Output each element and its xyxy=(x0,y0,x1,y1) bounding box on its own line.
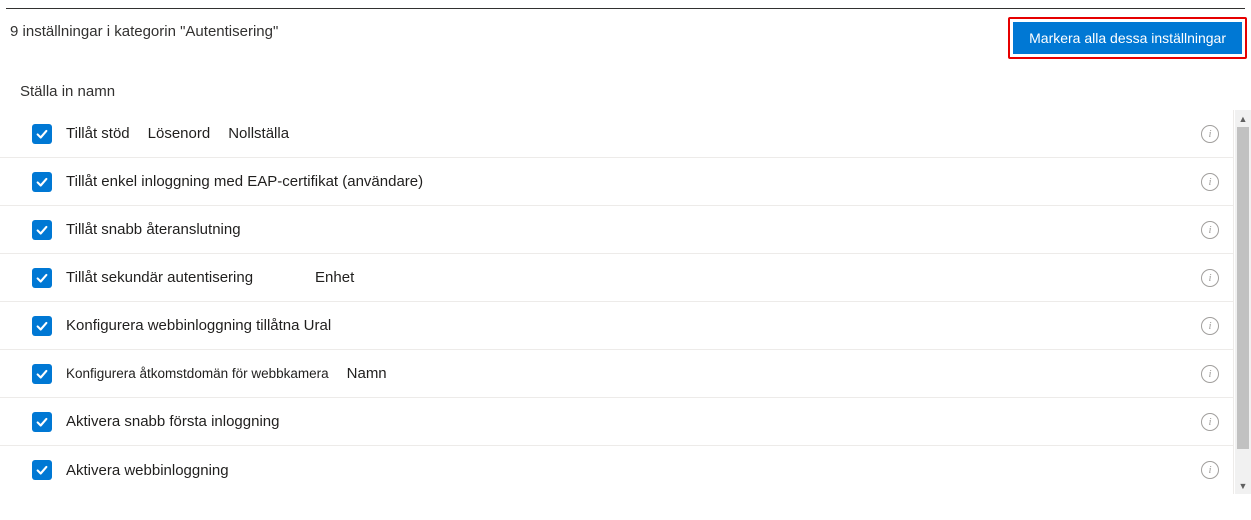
setting-label: Tillåt stöd xyxy=(66,125,130,142)
setting-sublabel: Enhet xyxy=(315,269,354,286)
setting-label-group: Tillåt snabb återanslutning xyxy=(66,221,1201,238)
setting-label: Aktivera snabb första inloggning xyxy=(66,413,279,430)
checkbox[interactable] xyxy=(32,268,52,288)
info-icon[interactable]: i xyxy=(1201,269,1219,287)
info-icon[interactable]: i xyxy=(1201,365,1219,383)
category-text: inställningar i kategorin "Autentisering… xyxy=(23,23,279,40)
info-icon[interactable]: i xyxy=(1201,125,1219,143)
scrollbar[interactable]: ▲ ▼ xyxy=(1234,110,1251,494)
select-all-highlight: Markera alla dessa inställningar xyxy=(1008,17,1247,59)
setting-label-group: Konfigurera webbinloggning tillåtna Ural xyxy=(66,317,1201,334)
info-icon[interactable]: i xyxy=(1201,173,1219,191)
select-all-button[interactable]: Markera alla dessa inställningar xyxy=(1013,22,1242,54)
setting-label: Konfigurera webbinloggning tillåtna Ural xyxy=(66,317,331,334)
table-row[interactable]: Konfigurera webbinloggning tillåtna Ural… xyxy=(0,302,1233,350)
setting-sublabel: Namn xyxy=(347,365,387,382)
table-row[interactable]: Tillåt snabb återanslutning i xyxy=(0,206,1233,254)
table-row[interactable]: Tillåt sekundär autentisering Enhet i xyxy=(0,254,1233,302)
table-row[interactable]: Tillåt stöd Lösenord Nollställa i xyxy=(0,110,1233,158)
setting-sublabel: Nollställa xyxy=(228,125,289,142)
table-row[interactable]: Konfigurera åtkomstdomän för webbkamera N… xyxy=(0,350,1233,398)
checkbox[interactable] xyxy=(32,460,52,480)
scroll-up-arrow-icon[interactable]: ▲ xyxy=(1235,110,1251,127)
checkbox[interactable] xyxy=(32,220,52,240)
info-icon[interactable]: i xyxy=(1201,221,1219,239)
setting-label: Tillåt enkel inloggning med EAP-certifik… xyxy=(66,173,423,190)
checkbox[interactable] xyxy=(32,172,52,192)
checkbox[interactable] xyxy=(32,364,52,384)
setting-label: Konfigurera åtkomstdomän för webbkamera xyxy=(66,366,329,381)
table-row[interactable]: Aktivera webbinloggning i xyxy=(0,446,1233,494)
scroll-down-arrow-icon[interactable]: ▼ xyxy=(1235,477,1251,494)
setting-sublabel: Lösenord xyxy=(148,125,211,142)
setting-label: Tillåt snabb återanslutning xyxy=(66,221,241,238)
checkbox[interactable] xyxy=(32,124,52,144)
scroll-track[interactable] xyxy=(1235,127,1251,477)
setting-label: Tillåt sekundär autentisering xyxy=(66,269,253,286)
setting-label-group: Tillåt sekundär autentisering Enhet xyxy=(66,269,1201,286)
settings-list: Tillåt stöd Lösenord Nollställa i Tillåt enk… xyxy=(0,110,1233,494)
checkbox[interactable] xyxy=(32,316,52,336)
setting-label: Aktivera webbinloggning xyxy=(66,462,229,479)
checkbox[interactable] xyxy=(32,412,52,432)
info-icon[interactable]: i xyxy=(1201,413,1219,431)
setting-label-group: Aktivera webbinloggning xyxy=(66,462,1201,479)
setting-label-group: Konfigurera åtkomstdomän för webbkamera N… xyxy=(66,365,1201,382)
info-icon[interactable]: i xyxy=(1201,317,1219,335)
setting-label-group: Tillåt enkel inloggning med EAP-certifik… xyxy=(66,173,1201,190)
info-icon[interactable]: i xyxy=(1201,461,1219,479)
table-row[interactable]: Tillåt enkel inloggning med EAP-certifik… xyxy=(0,158,1233,206)
scroll-thumb[interactable] xyxy=(1237,127,1249,449)
setting-label-group: Aktivera snabb första inloggning xyxy=(66,413,1201,430)
table-row[interactable]: Aktivera snabb första inloggning i xyxy=(0,398,1233,446)
setting-label-group: Tillåt stöd Lösenord Nollställa xyxy=(66,125,1201,142)
column-header-name: Ställa in namn xyxy=(0,59,1251,110)
count-label: 9 xyxy=(10,23,18,40)
category-title: 9 inställningar i kategorin "Autentiseri… xyxy=(10,23,278,40)
